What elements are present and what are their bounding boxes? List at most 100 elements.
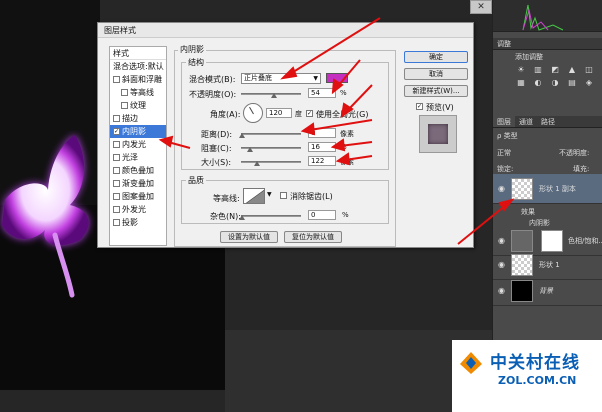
layer-mask-thumbnail [541,230,563,252]
style-preview-thumbnail [419,115,457,153]
style-item-stroke[interactable]: 描边 [110,112,166,125]
style-label: 内阴影 [122,127,146,136]
checkbox[interactable] [113,219,120,226]
watermark-cn: 中关村在线 [490,353,580,373]
curves-icon[interactable]: ◩ [549,65,561,75]
checkbox[interactable] [113,180,120,187]
chevron-down-icon[interactable]: ▼ [267,191,272,198]
distance-slider[interactable] [241,133,301,135]
eye-icon[interactable]: ◉ [498,236,505,245]
global-light-checkbox[interactable]: ✓ [306,110,313,117]
noise-input[interactable]: 0 [308,210,336,220]
size-slider[interactable] [241,161,301,163]
histogram-graph [522,4,564,31]
choke-slider-handle[interactable] [247,147,253,152]
style-label: 纹理 [130,101,146,110]
angle-input[interactable]: 120 [266,108,292,118]
layer-name: 色相/饱和... [568,237,602,245]
choke-input[interactable]: 16 [308,142,336,152]
checkbox[interactable] [121,89,128,96]
tab-layers[interactable]: 图层 [493,116,515,127]
noise-slider[interactable] [241,215,301,217]
style-item-bevel[interactable]: 斜面和浮雕 [110,73,166,86]
style-item-texture[interactable]: 纹理 [110,99,166,112]
style-item-inner-glow[interactable]: 内发光 [110,138,166,151]
bw-icon[interactable]: ◑ [549,78,561,88]
antialias-checkbox[interactable] [280,192,287,199]
style-item-contour[interactable]: 等高线 [110,86,166,99]
adjust-subtitle: 添加调整 [515,53,543,61]
layer-filter[interactable]: ρ 类型 [497,131,602,141]
eye-icon[interactable]: ◉ [498,184,505,193]
styles-header[interactable]: 样式 [110,47,166,60]
preview-checkbox[interactable]: ✓ [416,103,423,110]
ok-button[interactable]: 确定 [404,51,468,63]
style-item-outer-glow[interactable]: 外发光 [110,203,166,216]
style-item-satin[interactable]: 光泽 [110,151,166,164]
levels-icon[interactable]: ▥ [532,65,544,75]
style-label: 等高线 [130,88,154,97]
distance-slider-handle[interactable] [239,133,245,138]
layer-row-shape1-copy[interactable]: ◉ 形状 1 副本 [493,174,602,204]
section-title: 内阴影 [178,44,206,55]
layer-opacity-label: 不透明度: [559,149,590,157]
blend-options-item[interactable]: 混合选项:默认 [110,60,166,73]
noise-slider-handle[interactable] [239,215,245,220]
eye-icon[interactable]: ◉ [498,260,505,269]
checkbox[interactable] [113,141,120,148]
style-item-color-overlay[interactable]: 颜色叠加 [110,164,166,177]
choke-label: 阻塞(C): [201,144,232,153]
exposure-icon[interactable]: ▲ [566,65,578,75]
cancel-button[interactable]: 取消 [404,68,468,80]
layer-name: 形状 1 副本 [539,185,576,193]
color-balance-icon[interactable]: ◐ [532,78,544,88]
checkbox[interactable] [113,206,120,213]
blend-options-label: 混合选项:默认 [113,62,164,71]
adjust-panel-title: 调整 [493,38,602,50]
layer-name: 背景 [539,287,553,295]
style-item-inner-shadow[interactable]: ✓ 内阴影 [110,125,166,138]
channel-mixer-icon[interactable]: ◈ [583,78,595,88]
structure-title: 结构 [186,57,206,68]
shadow-color-swatch[interactable] [326,73,348,83]
contour-curve-icon [245,189,264,203]
vibrance-icon[interactable]: ◫ [583,65,595,75]
close-icon[interactable]: ✕ [470,0,492,14]
size-input[interactable]: 122 [308,156,336,166]
checkbox[interactable] [113,76,120,83]
checkbox[interactable] [113,167,120,174]
style-item-drop-shadow[interactable]: 投影 [110,216,166,229]
reset-default-button[interactable]: 复位为默认值 [284,231,342,243]
checkbox[interactable] [113,154,120,161]
tab-channels[interactable]: 通道 [515,116,537,127]
style-label: 图案叠加 [122,192,154,201]
tab-paths[interactable]: 路径 [537,116,559,127]
eye-icon[interactable]: ◉ [498,286,505,295]
style-label: 颜色叠加 [122,166,154,175]
checkbox-checked[interactable]: ✓ [113,128,120,135]
layers-tabs: 图层 通道 路径 [493,116,602,128]
checkbox[interactable] [113,115,120,122]
contour-picker[interactable] [243,188,265,204]
layer-thumbnail [511,280,533,302]
opacity-slider-handle[interactable] [271,93,277,98]
style-label: 投影 [122,218,138,227]
blend-mode-select[interactable]: 正片叠底 ▼ [241,73,321,84]
antialias-label: 消除锯齿(L) [290,192,333,201]
style-label: 描边 [122,114,138,123]
checkbox[interactable] [113,193,120,200]
layer-row-background[interactable]: ◉ 背景 [493,276,602,306]
distance-input[interactable]: 0 [308,128,336,138]
make-default-button[interactable]: 设置为默认值 [220,231,278,243]
photo-filter-icon[interactable]: ▤ [566,78,578,88]
style-item-gradient-overlay[interactable]: 渐变叠加 [110,177,166,190]
new-style-button[interactable]: 新建样式(W)... [404,85,468,97]
opacity-input[interactable]: 54 [308,88,336,98]
angle-dial[interactable] [243,103,263,123]
brightness-icon[interactable]: ☀ [515,65,527,75]
checkbox[interactable] [121,102,128,109]
size-slider-handle[interactable] [254,161,260,166]
hue-icon[interactable]: ▦ [515,78,527,88]
style-item-pattern-overlay[interactable]: 图案叠加 [110,190,166,203]
style-label: 斜面和浮雕 [122,75,162,84]
